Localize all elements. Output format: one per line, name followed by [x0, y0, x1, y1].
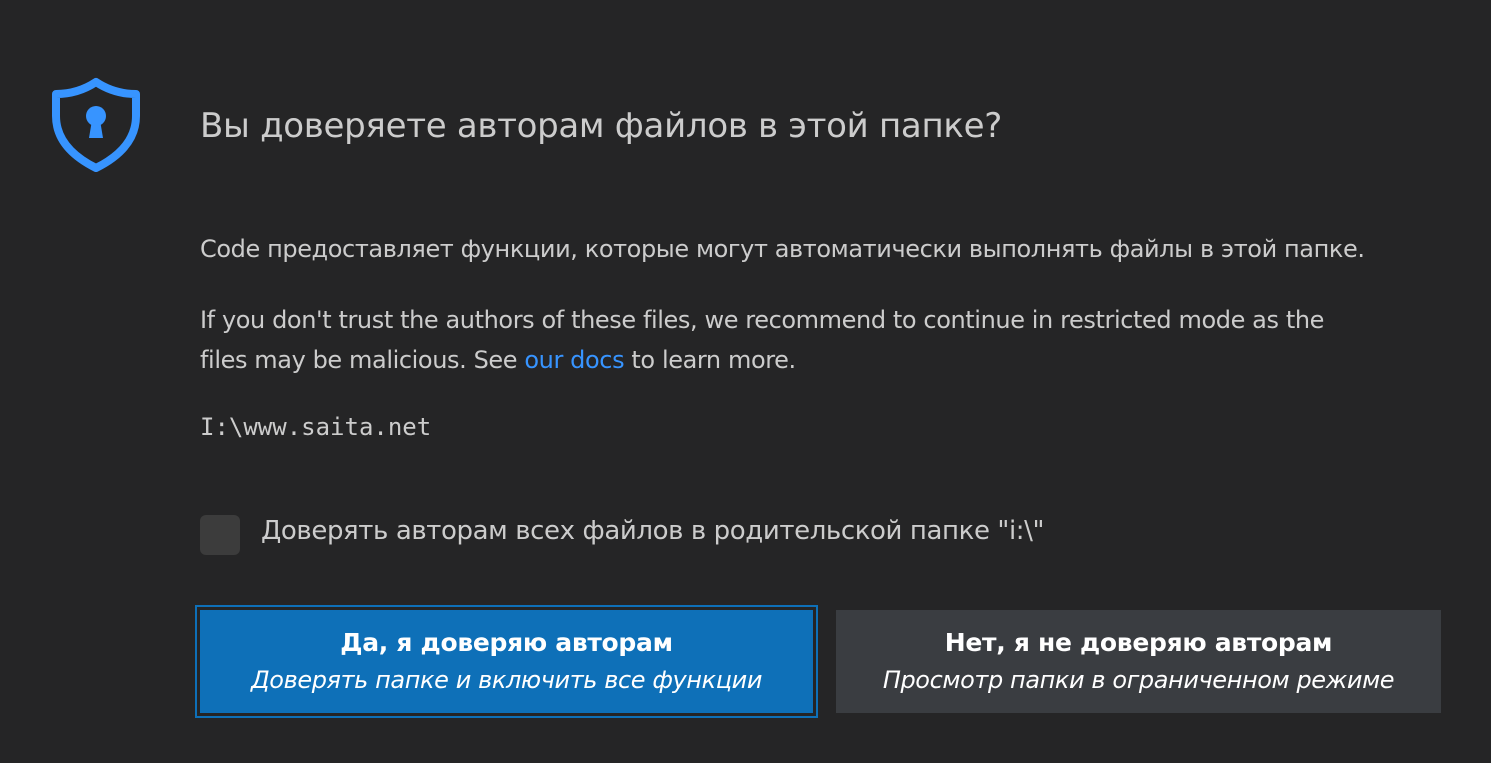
trust-parent-checkbox[interactable]: [200, 515, 240, 555]
dont-trust-button[interactable]: Нет, я не доверяю авторам Просмотр папки…: [836, 610, 1441, 713]
docs-link[interactable]: our docs: [524, 346, 624, 374]
text: to learn more.: [624, 346, 796, 374]
trust-button[interactable]: Да, я доверяю авторам Доверять папке и в…: [195, 605, 818, 718]
text: files may be malicious. See: [200, 346, 525, 374]
restricted-mode-text: If you don't trust the authors of these …: [200, 300, 1324, 380]
shield-keyhole-icon: [52, 78, 140, 172]
dont-trust-button-subtitle: Просмотр папки в ограниченном режиме: [882, 666, 1395, 694]
trust-parent-checkbox-label[interactable]: Доверять авторам всех файлов в родительс…: [261, 516, 1044, 546]
description-text: Code предоставляет функции, которые могу…: [200, 235, 1365, 263]
trust-button-subtitle: Доверять папке и включить все функции: [250, 666, 763, 694]
text: If you don't trust the authors of these …: [200, 306, 1325, 334]
dont-trust-button-title: Нет, я не доверяю авторам: [944, 628, 1333, 657]
dialog-title: Вы доверяете авторам файлов в этой папке…: [200, 106, 1002, 146]
folder-path: I:\www.saita.net: [200, 413, 432, 441]
trust-button-title: Да, я доверяю авторам: [340, 628, 673, 657]
